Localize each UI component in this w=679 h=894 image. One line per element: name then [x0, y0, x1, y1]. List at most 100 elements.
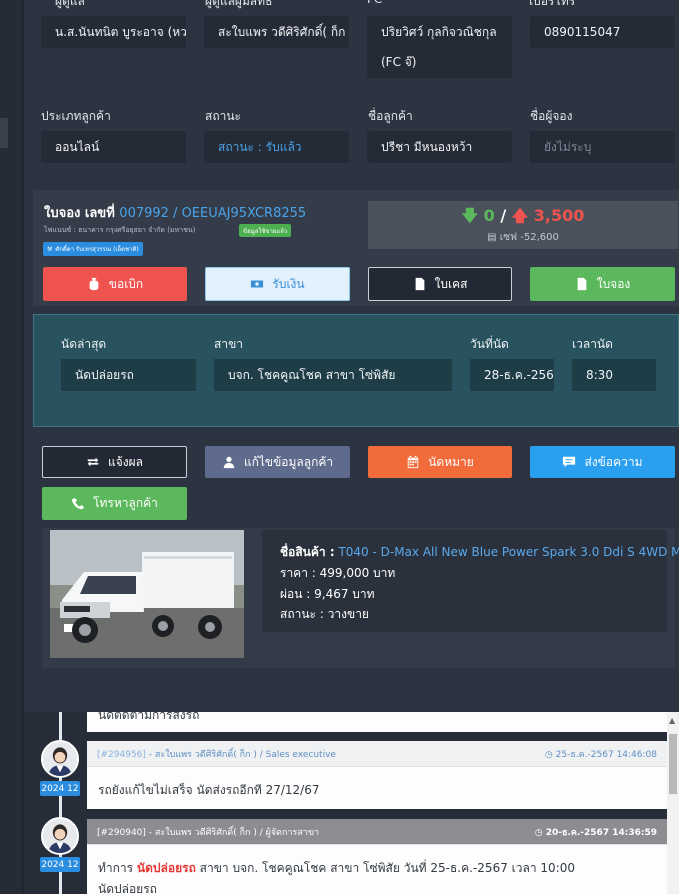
date-badge: 2024 12 [40, 781, 80, 796]
arrow-down-icon: 🡇 [461, 206, 479, 225]
customer-type-field[interactable]: ออนไลน์ [41, 131, 186, 163]
entry-author: - สะใบแพร วดีศิริศักดิ์( ก็ก ) / Sales e… [145, 749, 336, 760]
product-name-line: ชื่อสินค้า : T040 - D-Max All New Blue P… [280, 543, 679, 562]
entry-id[interactable]: [#290940] [97, 828, 146, 838]
summary-sub-text: เซฟ -52,600 [499, 232, 559, 243]
appointment-label: นัดหมาย [428, 454, 474, 469]
main-panel: ผู้ดูแล ผู้ดูแลผู้มีสิทธิ์ FC เบอร์โทร น… [24, 0, 679, 894]
edit-customer-label: แก้ไขข้อมูลลูกค้า [243, 454, 334, 469]
summary-left: 0 [483, 206, 495, 225]
appointment-button[interactable]: นัดหมาย [368, 446, 512, 478]
authorized-field[interactable]: สะใบแพร วดีศิริศักดิ์( ก็ก [204, 16, 349, 48]
avatar [41, 817, 79, 855]
call-customer-button[interactable]: โทรหาลูกค้า [42, 487, 187, 520]
customer-name-field[interactable]: ปรีชา มีหนองหว้า [367, 131, 512, 163]
send-message-label: ส่งข้อความ [584, 454, 643, 469]
phone-field[interactable]: 0890115047 [530, 16, 675, 48]
entry-body-prefix: ทำการ [98, 861, 137, 875]
booking-sheet-label: ใบจอง [596, 276, 631, 291]
entry-author-line: [#294956] - สะใบแพร วดีศิริศักดิ์( ก็ก )… [97, 747, 336, 761]
label-booker: ชื่อผู้จอง [530, 109, 573, 123]
date-badge: 2024 12 [40, 857, 80, 872]
person-tag-label: ศักดิ์ดา รับเหรสุวรรณ (เอ็ดชาติ) [55, 246, 139, 253]
summary-sub: ▤ เซฟ -52,600 [368, 230, 678, 245]
cash-icon [251, 280, 264, 288]
money-icon: ▤ [487, 232, 497, 243]
timeline-entry-partial: นัดติดตามการส่งรถ [87, 712, 667, 732]
fc-field[interactable]: ปริยวิศว์ กุลกิจวณิชกุล (FC จ๊) [367, 16, 512, 78]
entry-body-line2: นัดปล่อยรถ [98, 882, 157, 894]
phone-icon [71, 497, 85, 509]
label-customer-name: ชื่อลูกค้า [368, 109, 413, 123]
approved-tag: ข้อมูลใช้ขายแล้ว [239, 224, 292, 237]
download-file-icon [577, 277, 587, 291]
entry-time: ◷ 25-ธ.ค.-2567 14:46:08 [544, 749, 657, 760]
summary-box: 🡇 0 / 🡅 3,500 ▤ เซฟ -52,600 [368, 201, 678, 249]
booker-field[interactable]: ยังไม่ระบุ [530, 131, 675, 163]
entry-author-line: [#290940] - สะใบแพร วดีศิริศักดิ์( ก็ก )… [97, 825, 319, 839]
gutter-marker [0, 118, 8, 148]
booking-sheet-button[interactable]: ใบจอง [530, 267, 675, 301]
caretaker-field[interactable]: น.ส.นันทนิต บูระอาจ (หว [41, 16, 186, 48]
report-result-button[interactable]: แจ้งผล [42, 446, 187, 478]
case-sheet-button[interactable]: ใบเคส [368, 267, 512, 301]
label-latest-appointment: นัดล่าสุด [61, 337, 107, 351]
withdraw-label: ขอเบิก [108, 276, 144, 291]
swap-icon [87, 457, 99, 467]
document-icon [415, 277, 424, 291]
scrollbar[interactable]: ▲ [667, 712, 679, 894]
product-image [50, 530, 244, 658]
entry-body-highlight: นัดปล่อยรถ [136, 861, 196, 875]
booking-title-prefix: ใบจอง เลขที่ [44, 206, 115, 221]
report-result-label: แจ้งผล [107, 454, 143, 469]
user-icon [223, 456, 235, 469]
wrench-icon: ⚒ [47, 245, 53, 253]
label-phone: เบอร์โทร [529, 0, 576, 8]
label-appointment-date: วันที่นัด [470, 337, 509, 351]
label-appointment-time: เวลานัด [572, 337, 613, 351]
status-field[interactable]: สถานะ : รับแล้ว [204, 131, 349, 163]
label-authorized: ผู้ดูแลผู้มีสิทธิ์ [205, 0, 273, 8]
summary-slash: / [500, 206, 507, 225]
scroll-thumb[interactable] [669, 734, 677, 794]
label-status: สถานะ [205, 109, 241, 123]
branch-field[interactable]: บจก. โชคคูณโชค สาขา โซ่พิสัย [214, 359, 452, 391]
label-fc: FC [367, 0, 382, 6]
label-caretaker: ผู้ดูแล [55, 0, 85, 8]
left-gutter [0, 0, 22, 894]
entry-body-suffix: สาขา บจก. โชคคูณโชค สาขา โซ่พิสัย วันที่… [195, 861, 575, 875]
entry-id[interactable]: [#294956] [97, 750, 146, 760]
case-sheet-label: ใบเคส [434, 276, 468, 291]
booking-title: ใบจอง เลขที่ 007992 / OEEUAJ95XCR8255 [44, 202, 306, 223]
chat-icon [563, 456, 576, 468]
product-name[interactable]: T040 - D-Max All New Blue Power Spark 3.… [338, 545, 679, 559]
summary-line: 🡇 0 / 🡅 3,500 [368, 205, 678, 232]
entry-time: ◷ 20-ธ.ค.-2567 14:36:59 [534, 827, 657, 838]
money-bag-icon [89, 277, 99, 291]
appointment-panel: นัดล่าสุด สาขา วันที่นัด เวลานัด นัดปล่อ… [33, 314, 679, 427]
appointment-date-field[interactable]: 28-ธ.ค.-256 [470, 359, 554, 391]
booking-number[interactable]: 007992 / OEEUAJ95XCR8255 [119, 206, 306, 221]
withdraw-button[interactable]: ขอเบิก [43, 267, 187, 301]
appointment-time-field[interactable]: 8:30 [572, 359, 656, 391]
latest-appointment-field[interactable]: นัดปล่อยรถ [61, 359, 196, 391]
receive-money-button[interactable]: รับเงิน [205, 267, 350, 301]
summary-amount: 3,500 [533, 206, 585, 225]
scroll-up-icon[interactable]: ▲ [669, 716, 675, 725]
entry-header: [#294956] - สะใบแพร วดีศิริศักดิ์( ก็ก )… [87, 741, 667, 767]
user-photo-icon [43, 819, 77, 853]
partial-entry-text: นัดติดตามการส่งรถ [98, 712, 200, 722]
receive-money-label: รับเงิน [272, 276, 305, 291]
entry-body: ทำการ นัดปล่อยรถ สาขา บจก. โชคคูณโชค สาข… [87, 845, 667, 878]
label-branch: สาขา [214, 337, 244, 351]
person-tag: ⚒ ศักดิ์ดา รับเหรสุวรรณ (เอ็ดชาติ) [43, 242, 143, 256]
label-customer-type: ประเภทลูกค้า [41, 109, 111, 123]
call-customer-label: โทรหาลูกค้า [93, 496, 158, 510]
entry-body: รถยังแก้ไขไม่เสร็จ นัดส่งรถอีกที 27/12/6… [98, 783, 320, 797]
entry-author: - สะใบแพร วดีศิริศักดิ์( ก็ก ) / ผู้จัดก… [145, 827, 320, 838]
product-name-label: ชื่อสินค้า : [280, 545, 335, 559]
finance-text: ไฟแนนซ์ : ธนาคาร กรุงศรีอยุธยา จำกัด (มห… [44, 226, 196, 234]
edit-customer-button[interactable]: แก้ไขข้อมูลลูกค้า [205, 446, 350, 478]
entry-header: [#290940] - สะใบแพร วดีศิริศักดิ์( ก็ก )… [87, 819, 667, 845]
send-message-button[interactable]: ส่งข้อความ [530, 446, 675, 478]
